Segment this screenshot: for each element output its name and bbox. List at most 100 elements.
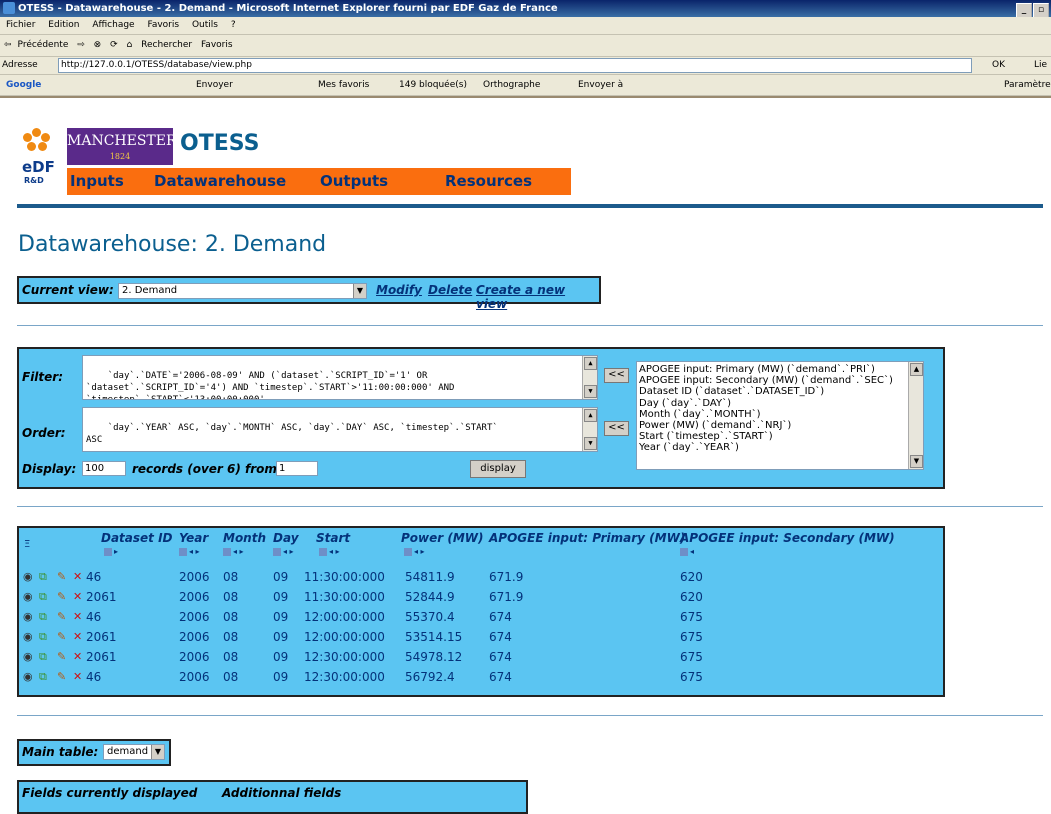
send-to-button[interactable]: Envoyer à — [578, 75, 623, 95]
delete-icon[interactable]: ✕ — [73, 630, 82, 643]
sort-az-icon[interactable] — [680, 547, 688, 556]
column-header[interactable]: Year — [179, 531, 208, 545]
delete-icon[interactable]: ✕ — [73, 590, 82, 603]
sort-az-icon[interactable] — [319, 547, 327, 556]
nav-inputs[interactable]: Inputs — [70, 172, 124, 190]
delete-icon[interactable]: ✕ — [73, 670, 82, 683]
delete-link[interactable]: Delete — [428, 283, 472, 297]
filter-textarea[interactable]: `day`.`DATE`='2006-08-09' AND (`dataset`… — [82, 355, 598, 400]
copy-icon[interactable]: ⧉ — [39, 590, 47, 604]
delete-icon[interactable]: ✕ — [73, 570, 82, 583]
sort-reset-icon[interactable]: Ξ — [24, 539, 30, 550]
list-item[interactable]: APOGEE input: Primary (MW) (`demand`.`PR… — [639, 364, 905, 375]
scrollbar[interactable]: ▲ ▼ — [582, 356, 597, 399]
sort-az-icon[interactable] — [223, 547, 231, 556]
edit-icon[interactable]: ✎ — [57, 590, 66, 603]
view-icon[interactable]: ◉ — [23, 650, 33, 663]
menu-item[interactable]: Fichier — [6, 20, 35, 30]
google-send-button[interactable]: Envoyer — [196, 75, 233, 95]
sort-controls[interactable]: ◂ ▸ — [319, 547, 340, 556]
settings-button[interactable]: Paramètres — [1004, 75, 1051, 95]
copy-icon[interactable]: ⧉ — [39, 670, 47, 684]
go-button[interactable]: OK — [992, 57, 1005, 74]
view-icon[interactable]: ◉ — [23, 570, 33, 583]
start-record-input[interactable]: 1 — [276, 461, 318, 476]
sort-az-icon[interactable] — [104, 547, 112, 556]
popup-blocked-counter[interactable]: 149 bloquée(s) — [399, 75, 467, 95]
column-header[interactable]: Dataset ID — [101, 531, 173, 545]
address-input[interactable]: http://127.0.0.1/OTESS/database/view.php — [58, 58, 972, 73]
nav-datawarehouse[interactable]: Datawarehouse — [154, 172, 286, 190]
view-icon[interactable]: ◉ — [23, 610, 33, 623]
edit-icon[interactable]: ✎ — [57, 630, 66, 643]
home-icon[interactable]: ⌂ — [127, 40, 133, 50]
list-item[interactable]: Power (MW) (`demand`.`NRJ`) — [639, 420, 905, 431]
spellcheck-button[interactable]: Orthographe — [483, 75, 540, 95]
list-item[interactable]: Start (`timestep`.`START`) — [639, 431, 905, 442]
sort-az-icon[interactable] — [404, 547, 412, 556]
column-header[interactable]: Month — [223, 531, 266, 545]
sort-controls[interactable]: ◂ ▸ — [273, 547, 294, 556]
list-item[interactable]: Year (`day`.`YEAR`) — [639, 442, 905, 453]
copy-icon[interactable]: ⧉ — [39, 650, 47, 664]
view-icon[interactable]: ◉ — [23, 670, 33, 683]
edit-icon[interactable]: ✎ — [57, 650, 66, 663]
sort-controls[interactable]: ◂ ▸ — [404, 547, 425, 556]
main-table-select[interactable]: demand ▼ — [103, 744, 165, 760]
menu-item[interactable]: Edition — [48, 20, 79, 30]
modify-link[interactable]: Modify — [376, 283, 422, 297]
menu-item[interactable]: Outils — [192, 20, 218, 30]
view-icon[interactable]: ◉ — [23, 590, 33, 603]
column-header[interactable]: APOGEE input: Primary (MW) — [489, 531, 685, 545]
menu-item[interactable]: Favoris — [147, 20, 179, 30]
nav-outputs[interactable]: Outputs — [320, 172, 388, 190]
list-item[interactable]: Dataset ID (`dataset`.`DATASET_ID`) — [639, 386, 905, 397]
view-icon[interactable]: ◉ — [23, 630, 33, 643]
edit-icon[interactable]: ✎ — [57, 610, 66, 623]
sort-controls[interactable]: ◂ — [680, 547, 694, 556]
sort-controls[interactable]: ◂ ▸ — [223, 547, 244, 556]
sort-controls[interactable]: ◂ ▸ — [179, 547, 200, 556]
list-item[interactable]: APOGEE input: Secondary (MW) (`demand`.`… — [639, 375, 905, 386]
list-item[interactable]: Month (`day`.`MONTH`) — [639, 409, 905, 420]
insert-field-filter-button[interactable]: << — [604, 368, 629, 383]
delete-icon[interactable]: ✕ — [73, 650, 82, 663]
scrollbar[interactable]: ▲ ▼ — [908, 362, 923, 469]
records-count-input[interactable]: 100 — [82, 461, 126, 476]
order-textarea[interactable]: `day`.`YEAR` ASC, `day`.`MONTH` ASC, `da… — [82, 407, 598, 452]
back-arrow-icon[interactable]: ⇦ — [4, 40, 12, 50]
sort-az-icon[interactable] — [179, 547, 187, 556]
create-view-link[interactable]: Create a new view — [476, 283, 599, 311]
menu-item[interactable]: ? — [231, 20, 236, 30]
back-button[interactable]: Précédente — [18, 40, 69, 50]
forward-arrow-icon[interactable]: ⇨ — [77, 40, 85, 50]
nav-resources[interactable]: Resources — [445, 172, 532, 190]
column-header[interactable]: APOGEE input: Secondary (MW) — [680, 531, 895, 545]
edit-icon[interactable]: ✎ — [57, 570, 66, 583]
my-favorites-button[interactable]: Mes favoris — [318, 75, 369, 95]
links-label[interactable]: Lie — [1034, 57, 1047, 74]
copy-icon[interactable]: ⧉ — [39, 630, 47, 644]
insert-field-order-button[interactable]: << — [604, 421, 629, 436]
stop-icon[interactable]: ⊗ — [94, 40, 102, 50]
column-header[interactable]: Power (MW) — [401, 531, 484, 545]
sort-controls[interactable]: ▸ — [104, 547, 118, 556]
column-header[interactable]: Day — [273, 531, 299, 545]
scrollbar[interactable]: ▲ ▼ — [582, 408, 597, 451]
display-button[interactable]: display — [470, 460, 526, 478]
copy-icon[interactable]: ⧉ — [39, 610, 47, 624]
list-item[interactable]: Day (`day`.`DAY`) — [639, 398, 905, 409]
menu-item[interactable]: Affichage — [92, 20, 134, 30]
sort-az-icon[interactable] — [273, 547, 281, 556]
edit-icon[interactable]: ✎ — [57, 670, 66, 683]
fields-listbox[interactable]: APOGEE input: Primary (MW) (`demand`.`PR… — [636, 361, 924, 470]
chevron-down-icon[interactable]: ▼ — [353, 284, 366, 298]
refresh-icon[interactable]: ⟳ — [110, 40, 118, 50]
favorites-button[interactable]: Favoris — [201, 40, 233, 50]
search-button[interactable]: Rechercher — [141, 40, 192, 50]
chevron-down-icon[interactable]: ▼ — [151, 745, 164, 759]
copy-icon[interactable]: ⧉ — [39, 570, 47, 584]
column-header[interactable]: Start — [316, 531, 350, 545]
current-view-select[interactable]: 2. Demand ▼ — [118, 283, 367, 299]
delete-icon[interactable]: ✕ — [73, 610, 82, 623]
